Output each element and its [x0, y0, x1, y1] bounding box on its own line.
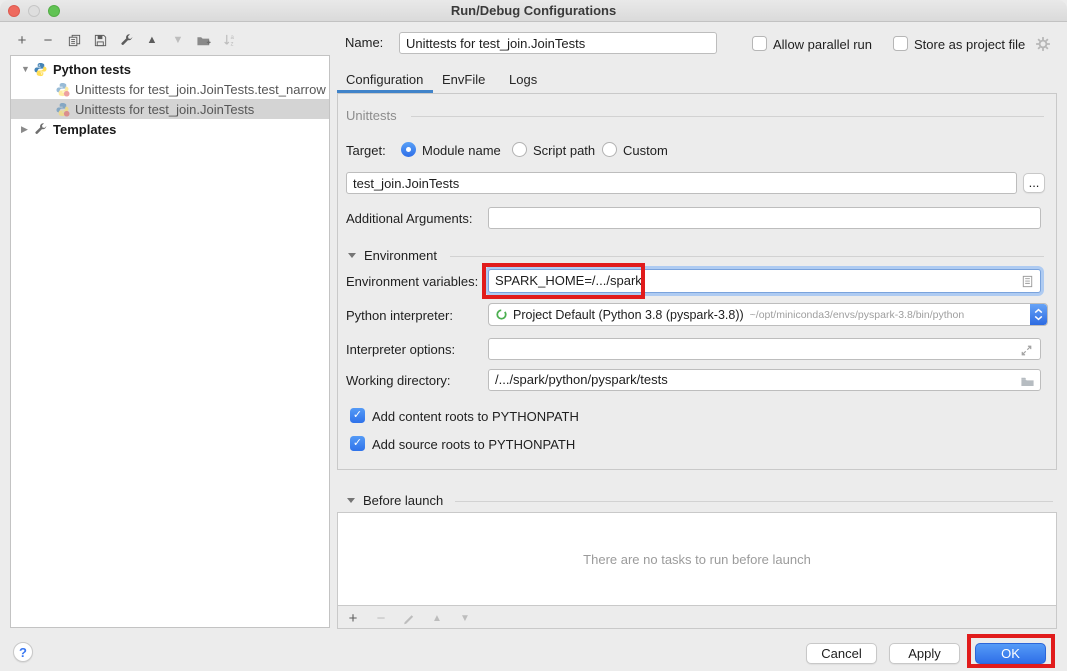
env-variables-editor-icon[interactable] — [1020, 274, 1035, 289]
target-label: Target: — [346, 143, 386, 159]
tree-item-label: Unittests for test_join.JoinTests — [75, 102, 254, 117]
move-down-icon[interactable]: ▼ — [170, 32, 186, 48]
section-separator — [450, 256, 1044, 257]
remove-icon[interactable]: − — [40, 32, 56, 48]
add-icon[interactable]: + — [14, 32, 30, 48]
gear-icon[interactable] — [1035, 36, 1051, 52]
working-directory-input[interactable]: /.../spark/python/pyspark/tests — [488, 369, 1041, 391]
python-interpreter-select[interactable]: Project Default (Python 3.8 (pyspark-3.8… — [488, 303, 1048, 326]
before-launch-toolbar: + − ▲ ▼ — [345, 608, 473, 629]
conda-environment-icon — [495, 308, 508, 321]
target-script-path-radio[interactable] — [512, 142, 527, 157]
minimize-button[interactable] — [28, 5, 40, 17]
working-directory-label: Working directory: — [346, 373, 451, 389]
tab-envfile[interactable]: EnvFile — [442, 71, 485, 89]
configuration-panel: Unittests Target: Module name Script pat… — [337, 93, 1057, 470]
wrench-icon — [33, 122, 48, 137]
browse-button[interactable]: ... — [1023, 173, 1045, 193]
tree-item-test-narrow[interactable]: Unittests for test_join.JoinTests.test_n… — [11, 79, 329, 99]
tree-item-label: Python tests — [53, 62, 131, 77]
close-button[interactable] — [8, 5, 20, 17]
section-separator — [411, 116, 1044, 117]
tree-item-python-tests[interactable]: ▼ Python tests — [11, 59, 329, 79]
store-as-project-file-label: Store as project file — [914, 37, 1025, 53]
new-folder-icon[interactable] — [196, 32, 212, 48]
before-launch-task-list[interactable]: There are no tasks to run before launch — [338, 513, 1056, 606]
target-module-name-radio[interactable] — [401, 142, 416, 157]
dropdown-stepper-icon[interactable] — [1030, 304, 1047, 325]
copy-icon[interactable] — [66, 32, 82, 48]
add-source-roots-checkbox[interactable] — [350, 436, 365, 451]
chevron-collapsed-icon[interactable]: ▶ — [21, 124, 31, 135]
svg-text:z: z — [230, 40, 233, 47]
environment-variables-value: SPARK_HOME=/.../spark — [495, 273, 642, 288]
tree-item-label: Unittests for test_join.JoinTests.test_n… — [75, 82, 326, 97]
target-module-name-label: Module name — [422, 143, 501, 159]
zoom-button[interactable] — [48, 5, 60, 17]
edit-templates-wrench-icon[interactable] — [118, 32, 134, 48]
run-configurations-tree: ▼ Python tests Unittests for test_join.J… — [10, 55, 330, 628]
before-launch-empty-text: There are no tasks to run before launch — [583, 552, 811, 567]
task-move-down-icon[interactable]: ▼ — [457, 611, 473, 627]
before-launch-panel: There are no tasks to run before launch … — [337, 512, 1057, 629]
task-move-up-icon[interactable]: ▲ — [429, 611, 445, 627]
apply-button[interactable]: Apply — [889, 643, 960, 664]
folder-icon[interactable] — [1020, 374, 1035, 389]
target-script-path-label: Script path — [533, 143, 595, 159]
environment-collapse-icon[interactable] — [348, 253, 356, 258]
window-title: Run/Debug Configurations — [0, 0, 1067, 21]
additional-arguments-input[interactable] — [488, 207, 1041, 229]
environment-variables-input[interactable]: SPARK_HOME=/.../spark — [488, 269, 1041, 293]
tree-item-label: Templates — [53, 122, 116, 137]
add-task-icon[interactable]: + — [345, 611, 361, 627]
before-launch-collapse-icon[interactable] — [347, 498, 355, 503]
interpreter-options-input[interactable] — [488, 338, 1041, 360]
interpreter-options-label: Interpreter options: — [346, 342, 455, 358]
python-test-config-icon — [55, 102, 70, 117]
unittests-section-label: Unittests — [346, 108, 397, 124]
name-label: Name: — [345, 35, 383, 51]
remove-task-icon[interactable]: − — [373, 611, 389, 627]
name-input[interactable] — [399, 32, 717, 54]
tab-configuration[interactable]: Configuration — [346, 71, 423, 89]
add-source-roots-label: Add source roots to PYTHONPATH — [372, 437, 575, 453]
chevron-expanded-icon[interactable]: ▼ — [21, 64, 31, 74]
save-icon[interactable] — [92, 32, 108, 48]
move-up-icon[interactable]: ▲ — [144, 32, 160, 48]
python-test-config-icon — [55, 82, 70, 97]
target-custom-label: Custom — [623, 143, 668, 159]
before-launch-section-label: Before launch — [363, 493, 443, 509]
section-separator — [455, 501, 1053, 502]
cancel-button[interactable]: Cancel — [806, 643, 877, 664]
help-button[interactable]: ? — [13, 642, 33, 662]
add-content-roots-checkbox[interactable] — [350, 408, 365, 423]
tree-item-templates[interactable]: ▶ Templates — [11, 119, 329, 139]
allow-parallel-run-checkbox[interactable] — [752, 36, 767, 51]
sort-alphabetically-icon[interactable]: az — [222, 32, 238, 48]
module-name-input[interactable] — [346, 172, 1017, 194]
allow-parallel-run-label: Allow parallel run — [773, 37, 872, 53]
ok-button[interactable]: OK — [975, 643, 1046, 664]
python-interpreter-value: Project Default (Python 3.8 (pyspark-3.8… — [513, 308, 744, 322]
edit-task-pencil-icon[interactable] — [401, 611, 417, 627]
store-as-project-file-checkbox[interactable] — [893, 36, 908, 51]
additional-arguments-label: Additional Arguments: — [346, 211, 472, 227]
run-config-toolbar: + − ▲ ▼ az — [14, 31, 238, 49]
tree-item-jointests-selected[interactable]: Unittests for test_join.JoinTests — [11, 99, 329, 119]
expand-editor-icon[interactable] — [1019, 343, 1034, 358]
add-content-roots-label: Add content roots to PYTHONPATH — [372, 409, 579, 425]
run-debug-configurations-dialog: Run/Debug Configurations + − ▲ ▼ az ▼ Py… — [0, 0, 1067, 671]
working-directory-value: /.../spark/python/pyspark/tests — [495, 372, 668, 387]
window-titlebar: Run/Debug Configurations — [0, 0, 1067, 22]
environment-variables-label: Environment variables: — [346, 274, 478, 290]
python-interpreter-path: ~/opt/miniconda3/envs/pyspark-3.8/bin/py… — [750, 309, 965, 321]
python-interpreter-label: Python interpreter: — [346, 308, 453, 324]
tab-logs[interactable]: Logs — [509, 71, 537, 89]
environment-section-label: Environment — [364, 248, 437, 264]
python-icon — [33, 62, 48, 77]
target-custom-radio[interactable] — [602, 142, 617, 157]
